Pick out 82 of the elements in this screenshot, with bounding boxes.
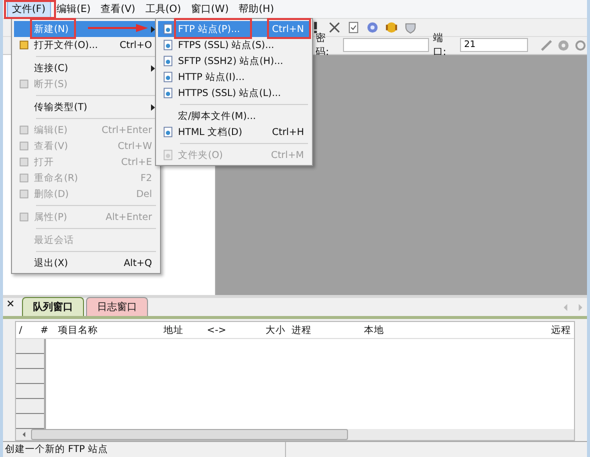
menu-item[interactable]: 打开文件(O)... Ctrl+O (14, 37, 158, 53)
scrollbar-thumb[interactable] (31, 429, 348, 440)
menu-item[interactable]: HTML 文档(D) Ctrl+H (158, 124, 310, 140)
shortcut-text: Ctrl+W (118, 140, 152, 152)
column-header[interactable]: 项目名称 (54, 324, 160, 336)
port-field[interactable]: 21 (460, 38, 528, 52)
scroll-left-icon[interactable] (20, 430, 27, 439)
menu-item[interactable]: SFTP (SSH2) 站点(H)... (158, 53, 310, 69)
menu-item[interactable]: HTTPS (SSL) 站点(L)... (158, 85, 310, 101)
menu-label: 编辑(E) (34, 124, 68, 136)
menu-label: 打开文件(O)... (34, 38, 98, 52)
menu-label: 连接(C) (34, 62, 68, 74)
gear-icon[interactable] (366, 20, 379, 34)
shortcut-text: Alt+Enter (106, 212, 152, 222)
shortcut-text: Ctrl+M (270, 150, 304, 160)
menu-item[interactable]: 退出(X) Alt+Q (14, 255, 158, 271)
menu-label: 宏/脚本文件(M)... (178, 110, 256, 122)
column-header[interactable]: / (16, 324, 38, 336)
highlight-frame (30, 18, 76, 39)
menu-item[interactable]: HTTP 站点(I)... (158, 69, 310, 85)
highlight-frame (4, 0, 56, 19)
column-header[interactable]: 远程 (548, 324, 574, 336)
menu-item[interactable]: FTPS (SSL) 站点(S)... (158, 37, 310, 53)
column-header[interactable]: 进程 (288, 324, 361, 336)
menu-label: FTPS (SSL) 站点(S)... (178, 38, 274, 52)
menu-label: 重命名(R) (34, 172, 78, 184)
password-field[interactable] (342, 38, 429, 52)
column-header[interactable]: <-> (204, 324, 242, 336)
menu-label: 属性(P) (34, 210, 68, 224)
shortcut-text: Ctrl+E (121, 156, 152, 168)
menu-item[interactable]: 工具(O) (141, 0, 186, 18)
menu-item[interactable]: 帮助(H) (234, 0, 278, 18)
shortcut-text: Ctrl+N (272, 24, 304, 34)
column-header[interactable]: # (37, 324, 55, 336)
menu-label: HTTP 站点(I)... (178, 70, 245, 84)
row-header-cell (16, 399, 44, 414)
menu-label: 查看(V) (34, 140, 68, 152)
column-header[interactable]: 地址 (160, 324, 204, 336)
menu-item[interactable]: 窗口(W) (187, 0, 233, 18)
menu-label: 打开 (34, 156, 54, 168)
row-header-cell (16, 339, 44, 354)
menu-item[interactable]: 编辑(E) (52, 0, 95, 18)
menu-label: 文件夹(O) (178, 148, 223, 162)
menu-label: 删除(D) (34, 188, 69, 200)
menu-label: FTP 站点(P)... (178, 22, 240, 36)
menu-label: 断开(S) (34, 78, 68, 90)
row-header-cell (16, 384, 44, 399)
menu-item[interactable]: 宏/脚本文件(M)... (158, 108, 310, 124)
menu-item[interactable]: FTP 站点(P)... Ctrl+N (158, 21, 310, 37)
shortcut-text: F2 (140, 172, 152, 184)
menu-item[interactable]: 查看(V) (96, 0, 140, 18)
refresh-icon[interactable] (574, 38, 587, 52)
document-icon[interactable] (347, 20, 360, 34)
menu-label: SFTP (SSH2) 站点(H)... (178, 54, 284, 68)
menu-label: 最近会话 (34, 234, 74, 246)
shortcut-text: Ctrl+H (272, 126, 304, 138)
plug-icon[interactable] (540, 38, 554, 52)
row-header-cell (16, 369, 44, 384)
menu-item[interactable]: 传输类型(T) (14, 99, 158, 115)
column-header[interactable]: 大小 (242, 324, 289, 336)
shortcut-text: Del (136, 188, 152, 200)
tab[interactable]: 日志窗口 (86, 297, 148, 316)
menu-label: HTTPS (SSL) 站点(L)... (178, 86, 281, 100)
gear-icon[interactable] (557, 38, 570, 52)
menu-label: 退出(X) (34, 256, 68, 270)
shortcut-text: Alt+Q (124, 258, 152, 268)
shortcut-text: Ctrl+O (120, 40, 152, 50)
status-text: 创建一个新的 FTP 站点 (4, 443, 109, 456)
menu-label: 传输类型(T) (34, 100, 88, 114)
highlight-frame (267, 18, 311, 39)
scroll-right-icon[interactable] (577, 303, 584, 312)
shield-icon[interactable] (404, 20, 417, 34)
shortcut-text: Ctrl+Enter (102, 124, 152, 136)
tab[interactable]: 队列窗口 (22, 297, 84, 316)
menu-item[interactable]: 连接(C) (14, 60, 158, 76)
menu-label: 新建(N) (34, 22, 69, 36)
row-header-cell (16, 354, 44, 369)
menu-label: HTML 文档(D) (178, 126, 242, 138)
column-header[interactable]: 本地 (360, 324, 548, 336)
close-icon[interactable] (7, 300, 14, 307)
face-icon[interactable] (385, 20, 398, 34)
close-icon[interactable] (328, 20, 341, 34)
